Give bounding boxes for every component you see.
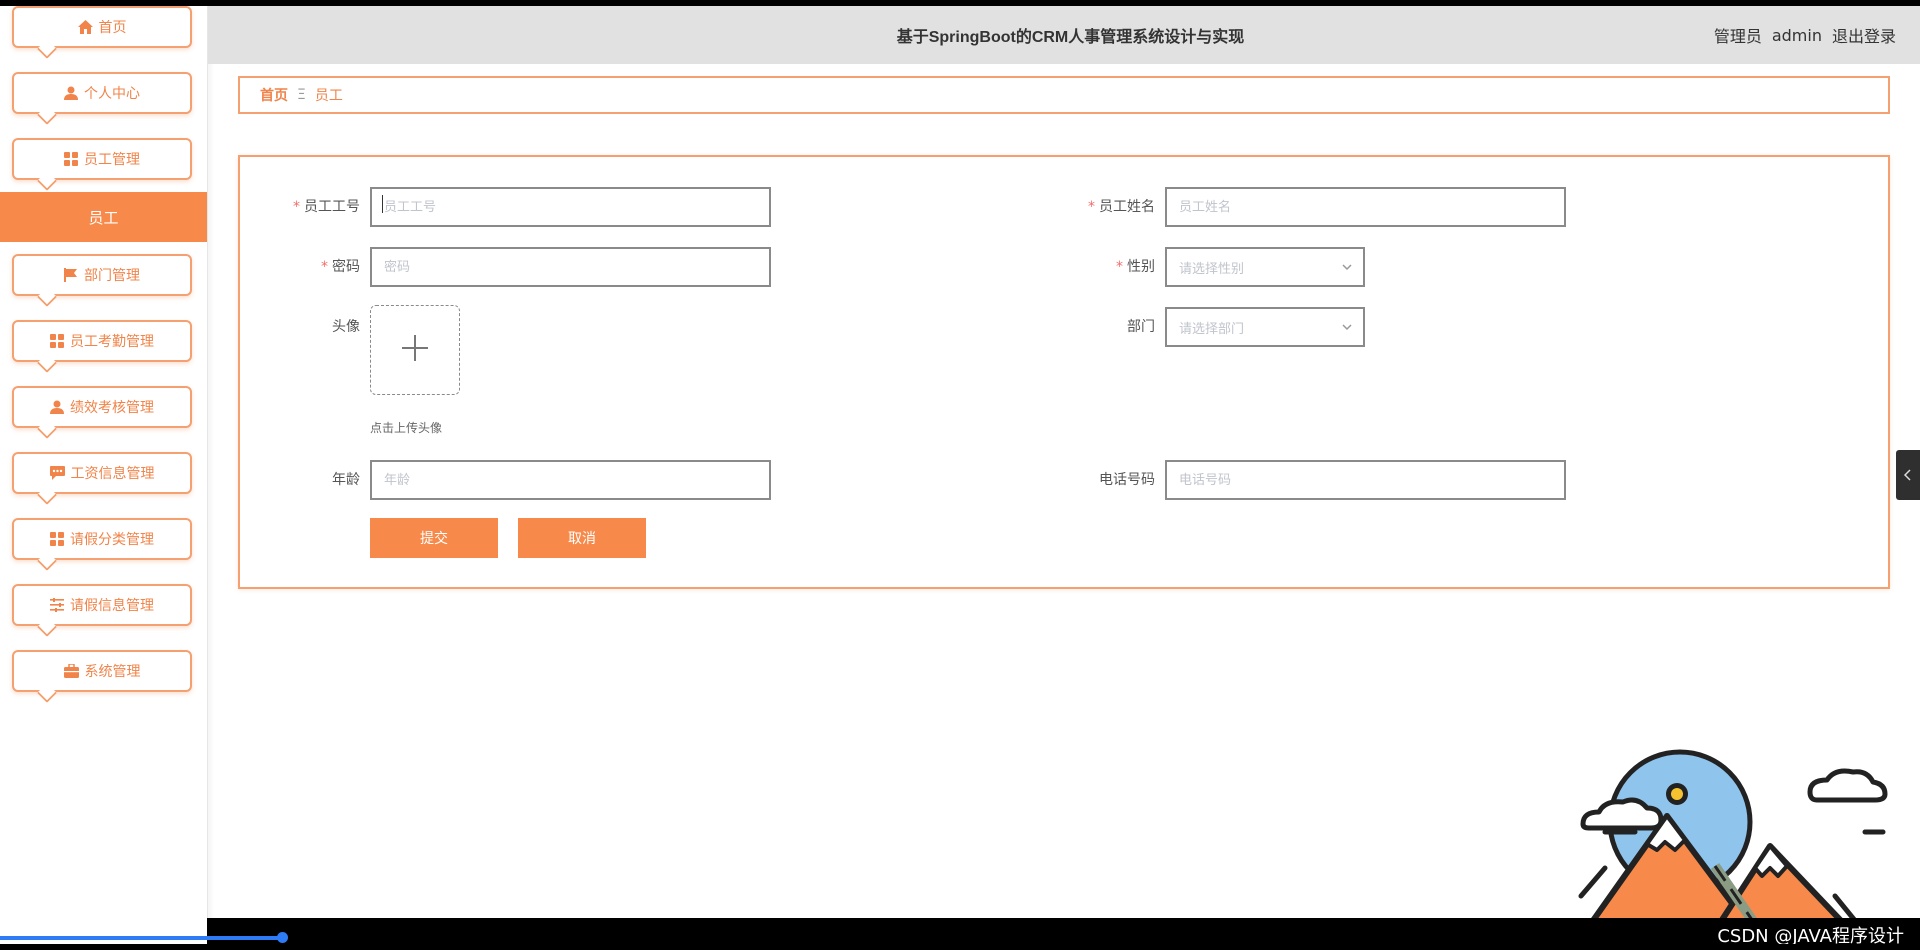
employee-name-input[interactable] (1165, 187, 1566, 227)
grid-icon (50, 532, 64, 546)
department-select[interactable]: 请选择部门 (1165, 307, 1365, 347)
user-role: 管理员 (1713, 27, 1762, 46)
phone-label: 电话号码 (1099, 472, 1155, 488)
grid-icon (50, 334, 64, 348)
watermark: CSDN @JAVA程序设计 (1717, 926, 1904, 944)
sidebar-item-system-management[interactable]: 系统管理 (12, 650, 192, 692)
sidebar-item-label: 绩效考核管理 (70, 400, 154, 416)
cancel-button[interactable]: 取消 (518, 518, 646, 558)
sidebar-item-label: 首页 (98, 20, 127, 36)
sidebar-item-department-management[interactable]: 部门管理 (12, 254, 192, 296)
briefcase-icon (63, 664, 79, 678)
sidebar-item-salary-management[interactable]: 工资信息管理 (12, 452, 192, 494)
age-input[interactable] (370, 460, 771, 500)
avatar-uploader[interactable] (370, 305, 460, 395)
sidebar-item-label: 请假分类管理 (70, 532, 154, 548)
sidebar-item-label: 个人中心 (84, 86, 140, 102)
sidebar-item-label: 员工考勤管理 (70, 334, 154, 350)
employee-no-input[interactable] (370, 187, 771, 227)
submit-button[interactable]: 提交 (370, 518, 498, 558)
required-mark: * (1116, 259, 1123, 275)
sidebar-item-attendance-management[interactable]: 员工考勤管理 (12, 320, 192, 362)
required-mark: * (1088, 199, 1095, 215)
sidebar: 首页 个人中心 员工管理 员工 部门管理 员工考勤管理 绩效考核管理 工资信息管… (0, 6, 208, 944)
breadcrumb-home[interactable]: 首页 (260, 85, 288, 105)
user-icon (50, 400, 64, 414)
sidebar-item-personal-center[interactable]: 个人中心 (12, 72, 192, 114)
required-mark: * (321, 259, 328, 275)
user-name: admin (1771, 25, 1822, 45)
sidebar-item-leave-info-management[interactable]: 请假信息管理 (12, 584, 192, 626)
sidebar-item-label: 部门管理 (84, 268, 140, 284)
department-placeholder: 请选择部门 (1179, 321, 1245, 337)
sidebar-item-leave-category-management[interactable]: 请假分类管理 (12, 518, 192, 560)
sidebar-item-label: 请假信息管理 (70, 598, 154, 614)
breadcrumb-current: 员工 (314, 88, 343, 104)
grid-icon (64, 152, 78, 166)
sidebar-item-employee[interactable]: 员工 (0, 192, 207, 242)
sidebar-item-label: 工资信息管理 (70, 466, 155, 482)
sidebar-item-label: 系统管理 (84, 664, 141, 680)
password-label: * 密码 (321, 259, 360, 275)
sidebar-item-home[interactable]: 首页 (12, 6, 192, 48)
flag-icon (64, 268, 78, 282)
gender-placeholder: 请选择性别 (1179, 261, 1245, 277)
breadcrumb: 首页 Ξ 员工 (238, 76, 1890, 114)
age-label: 年龄 (332, 472, 360, 488)
employee-name-label: * 员工姓名 (1088, 199, 1155, 215)
phone-input[interactable] (1165, 460, 1566, 500)
home-icon (77, 20, 93, 34)
breadcrumb-separator: Ξ (297, 87, 306, 103)
gender-label: * 性别 (1116, 259, 1155, 275)
chat-icon (49, 466, 65, 480)
mountain-illustration (1565, 736, 1905, 944)
employee-no-label: * 员工工号 (293, 199, 360, 215)
gender-select[interactable]: 请选择性别 (1165, 247, 1365, 287)
app-screen: 首页 个人中心 员工管理 员工 部门管理 员工考勤管理 绩效考核管理 工资信息管… (0, 6, 1920, 944)
avatar-label: 头像 (332, 319, 360, 335)
chevron-down-icon (1341, 321, 1353, 337)
employee-form: *员工工号 *员工姓名 *密码 *性别 请选择性别 头像 (238, 155, 1890, 589)
side-panel-toggle[interactable] (1896, 450, 1920, 500)
password-input[interactable] (370, 247, 771, 287)
sidebar-item-employee-management[interactable]: 员工管理 (12, 138, 192, 180)
user-icon (64, 86, 78, 100)
chevron-down-icon (1341, 261, 1353, 277)
video-bottom-bar (207, 918, 1920, 944)
sidebar-item-label: 员工 (88, 208, 119, 227)
upload-tip: 点击上传头像 (370, 421, 443, 435)
sidebar-item-label: 员工管理 (84, 152, 140, 168)
department-label: 部门 (1127, 319, 1155, 335)
plus-icon (400, 333, 430, 367)
top-header: 基于SpringBoot的CRM人事管理系统设计与实现 管理员 admin 退出… (208, 6, 1920, 64)
sliders-icon (50, 598, 64, 612)
sidebar-item-performance-management[interactable]: 绩效考核管理 (12, 386, 192, 428)
required-mark: * (293, 199, 300, 215)
playback-progress[interactable] (0, 936, 283, 940)
user-area: 管理员 admin 退出登录 (1704, 6, 1896, 64)
logout-link[interactable]: 退出登录 (1832, 23, 1896, 47)
chevron-left-icon (1903, 466, 1913, 485)
progress-handle[interactable] (277, 932, 288, 943)
text-caret (382, 195, 383, 213)
app-title: 基于SpringBoot的CRM人事管理系统设计与实现 (896, 29, 1245, 46)
